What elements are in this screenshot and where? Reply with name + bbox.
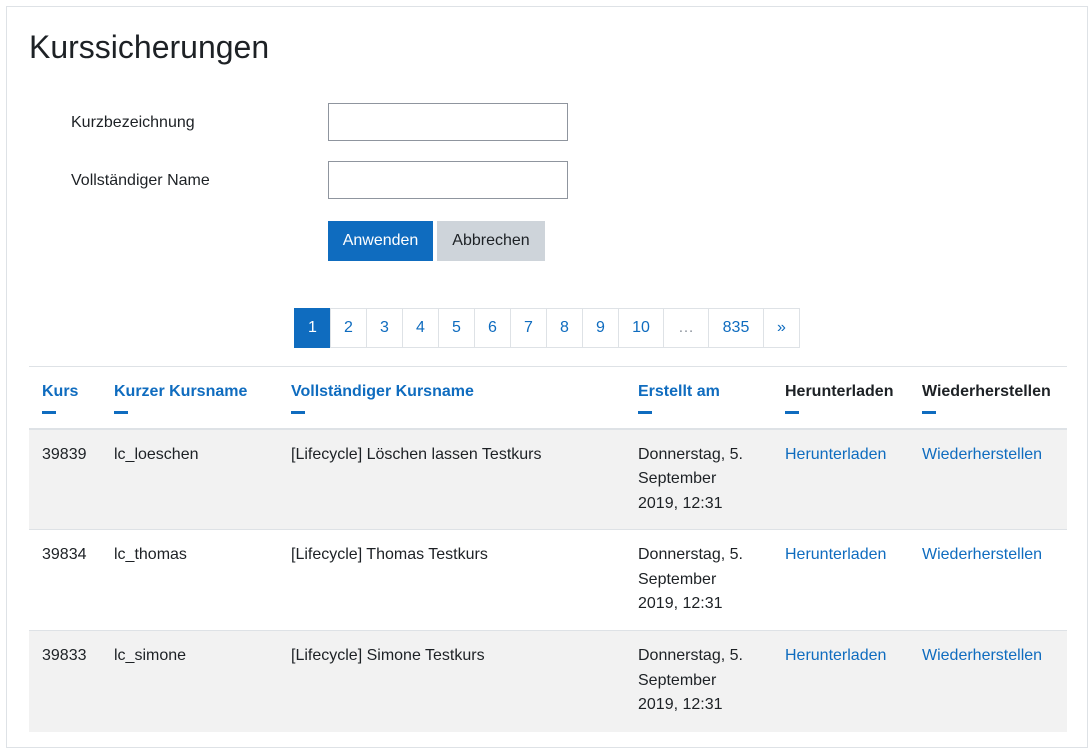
page-link-10[interactable]: 10 [618,308,664,348]
sort-dash-icon[interactable] [638,411,652,414]
cell-fullname: [Lifecycle] Simone Testkurs [278,630,625,732]
page-next-link[interactable]: » [763,308,800,348]
header-download-label: Herunterladen [785,383,894,400]
header-created: Erstellt am [625,366,772,430]
sort-created-link[interactable]: Erstellt am [638,383,720,400]
header-course: Kurs [29,366,101,430]
cell-fullname: [Lifecycle] Löschen lassen Testkurs [278,428,625,530]
cell-restore: Wiederherstellen [909,630,1067,732]
restore-link[interactable]: Wiederherstellen [922,446,1042,463]
header-restore-label: Wiederherstellen [922,383,1051,400]
table-row: 39833 lc_simone [Lifecycle] Simone Testk… [29,630,1067,732]
backups-table: Kurs Kurzer Kursname Vollständiger Kursn… [29,366,1067,732]
fullname-input[interactable] [328,161,568,199]
cell-download: Herunterladen [772,529,909,631]
page-link-last[interactable]: 835 [708,308,764,348]
sort-shortname-link[interactable]: Kurzer Kursname [114,383,247,400]
cell-restore: Wiederherstellen [909,428,1067,530]
header-restore: Wiederherstellen [909,366,1067,430]
pagination: 1 2 3 4 5 6 7 8 9 10 … 835 » [294,308,800,348]
page-link-5[interactable]: 5 [438,308,475,348]
backup-card: Kurssicherungen Kurzbezeichnung Vollstän… [6,6,1088,748]
shortname-label: Kurzbezeichnung [71,114,195,131]
collapse-dash-icon[interactable] [922,411,936,414]
cell-download: Herunterladen [772,630,909,732]
cell-created: Donnerstag, 5. September 2019, 12:31 [625,428,772,530]
page-link-6[interactable]: 6 [474,308,511,348]
page-link-8[interactable]: 8 [546,308,583,348]
sort-dash-icon[interactable] [42,411,56,414]
page-link-4[interactable]: 4 [402,308,439,348]
table-header-row: Kurs Kurzer Kursname Vollständiger Kursn… [29,366,1067,430]
cell-shortname: lc_loeschen [101,428,278,530]
download-link[interactable]: Herunterladen [785,446,886,463]
cancel-button[interactable]: Abbrechen [437,221,545,261]
page-link-3[interactable]: 3 [366,308,403,348]
cell-shortname: lc_simone [101,630,278,732]
page-ellipsis: … [663,308,709,348]
restore-link[interactable]: Wiederherstellen [922,546,1042,563]
restore-link[interactable]: Wiederherstellen [922,647,1042,664]
header-download: Herunterladen [772,366,909,430]
header-shortname: Kurzer Kursname [101,366,278,430]
sort-dash-icon[interactable] [114,411,128,414]
sort-dash-icon[interactable] [291,411,305,414]
page-link-2[interactable]: 2 [330,308,367,348]
download-link[interactable]: Herunterladen [785,546,886,563]
cell-created: Donnerstag, 5. September 2019, 12:31 [625,630,772,732]
page-link-1[interactable]: 1 [294,308,331,348]
apply-button[interactable]: Anwenden [328,221,433,261]
cell-shortname: lc_thomas [101,529,278,631]
table-row: 39834 lc_thomas [Lifecycle] Thomas Testk… [29,529,1067,631]
sort-fullname-link[interactable]: Vollständiger Kursname [291,383,474,400]
page-link-7[interactable]: 7 [510,308,547,348]
cell-fullname: [Lifecycle] Thomas Testkurs [278,529,625,631]
page-link-9[interactable]: 9 [582,308,619,348]
fullname-label: Vollständiger Name [71,172,210,189]
table-row: 39839 lc_loeschen [Lifecycle] Löschen la… [29,428,1067,530]
collapse-dash-icon[interactable] [785,411,799,414]
page-title: Kurssicherungen [29,29,270,65]
cell-created: Donnerstag, 5. September 2019, 12:31 [625,529,772,631]
cell-course: 39834 [29,529,101,631]
cell-course: 39839 [29,428,101,530]
download-link[interactable]: Herunterladen [785,647,886,664]
shortname-input[interactable] [328,103,568,141]
sort-course-link[interactable]: Kurs [42,383,78,400]
cell-download: Herunterladen [772,428,909,530]
cell-course: 39833 [29,630,101,732]
cell-restore: Wiederherstellen [909,529,1067,631]
header-fullname: Vollständiger Kursname [278,366,625,430]
